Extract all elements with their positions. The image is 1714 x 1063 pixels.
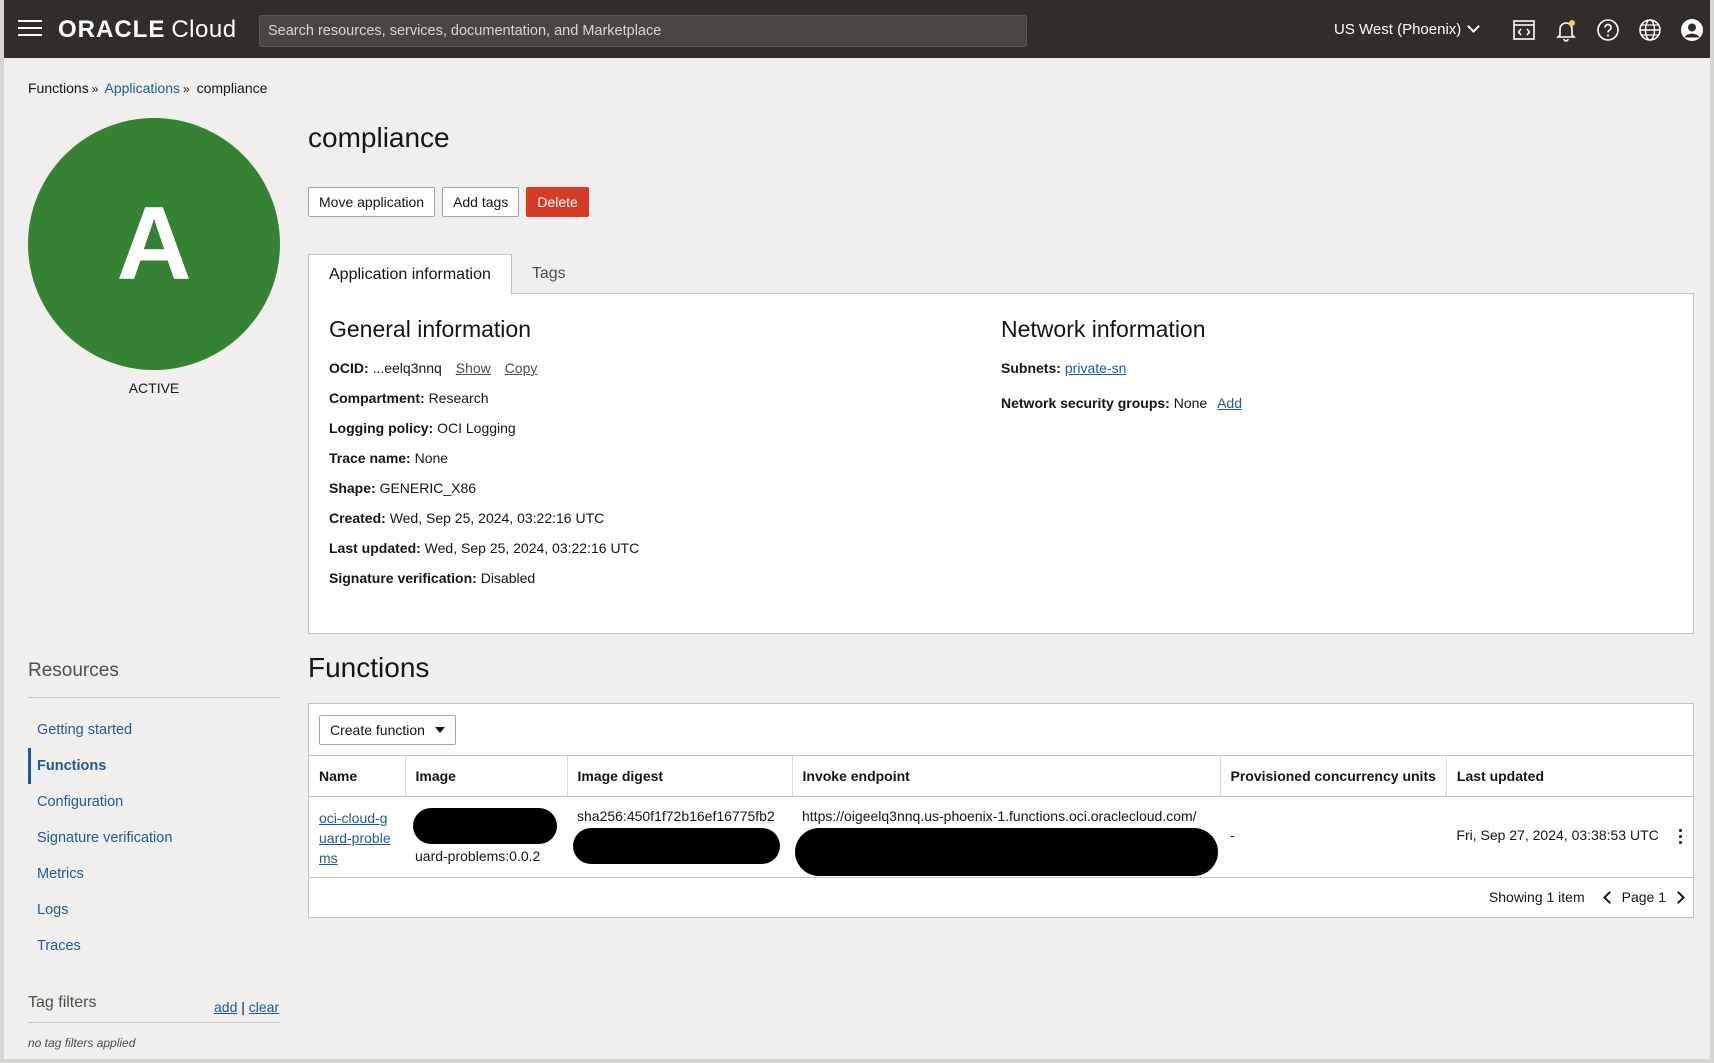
sidebar-item-logs[interactable]: Logs (28, 892, 280, 928)
column-header-last-updated[interactable]: Last updated (1446, 755, 1693, 797)
next-page-icon[interactable] (1672, 890, 1685, 904)
caret-down-icon (434, 727, 445, 733)
invoke-endpoint-text: https://oigeelq3nnq.us-phoenix-1.functio… (802, 808, 1197, 824)
oracle-cloud-logo[interactable]: ORACLE Cloud (58, 16, 237, 44)
cell-name: oci-cloud-guard-problems (309, 796, 405, 878)
tag-filter-add-link[interactable]: add (214, 999, 237, 1015)
top-navigation-bar: ORACLE Cloud Search resources, services, … (4, 0, 1710, 58)
tab-tags[interactable]: Tags (512, 254, 586, 294)
breadcrumb-current: compliance (196, 80, 268, 96)
sidebar-item-getting-started[interactable]: Getting started (28, 712, 280, 748)
image-name-text: uard-problems:0.0.2 (415, 848, 541, 864)
provisioned-concurrency-value: - (1230, 827, 1235, 843)
compartment-field: Compartment: Research (329, 390, 489, 406)
help-icon[interactable] (1596, 18, 1620, 42)
functions-panel: Create function Name Image Image digest … (308, 703, 1694, 918)
status-label: ACTIVE (128, 380, 180, 396)
pagination: Showing 1 item Page 1 (1488, 889, 1685, 905)
move-application-button[interactable]: Move application (308, 187, 436, 217)
search-input[interactable]: Search resources, services, documentatio… (259, 15, 1027, 47)
breadcrumb-applications[interactable]: Applications (105, 80, 181, 96)
network-security-groups-field: Network security groups: None Add (1001, 395, 1242, 411)
cell-provisioned-concurrency: - (1220, 796, 1447, 878)
network-information-heading: Network information (1001, 316, 1206, 342)
column-header-image-digest[interactable]: Image digest (567, 755, 793, 797)
sidebar-item-functions[interactable]: Functions (28, 748, 280, 784)
nsg-add-link[interactable]: Add (1217, 395, 1242, 411)
breadcrumb-functions[interactable]: Functions (28, 80, 89, 96)
user-profile-icon[interactable] (1680, 18, 1704, 42)
add-tags-button[interactable]: Add tags (442, 187, 520, 217)
ocid-field: OCID: ...eelq3nnq Show Copy (329, 360, 538, 376)
app-window: ORACLE Cloud Search resources, services, … (0, 0, 1714, 1063)
avatar-letter: A (116, 185, 192, 302)
general-information-heading: General information (329, 316, 531, 342)
shape-field: Shape: GENERIC_X86 (329, 480, 477, 496)
tag-filter-actions: add | clear (214, 999, 279, 1015)
application-information-panel: General information OCID: ...eelq3nnq Sh… (308, 293, 1694, 634)
cloud-shell-icon[interactable] (1512, 18, 1536, 42)
column-header-image[interactable]: Image (405, 755, 568, 797)
column-header-name[interactable]: Name (309, 755, 406, 797)
sidebar-item-configuration[interactable]: Configuration (28, 784, 280, 820)
subnet-link[interactable]: private-sn (1065, 360, 1126, 376)
row-actions-kebab-icon[interactable] (1679, 829, 1683, 847)
notifications-bell-icon[interactable] (1554, 18, 1578, 42)
menu-icon[interactable] (18, 20, 42, 38)
tag-filters-empty-text: no tag filters applied (28, 1036, 136, 1050)
cell-last-updated: Fri, Sep 27, 2024, 03:38:53 UTC (1446, 796, 1693, 878)
page-title: compliance (308, 122, 450, 153)
delete-button[interactable]: Delete (526, 187, 589, 217)
tab-application-information[interactable]: Application information (308, 254, 512, 295)
tag-filters-heading: Tag filters (28, 994, 97, 1011)
signature-verification-field: Signature verification: Disabled (329, 570, 536, 586)
redacted-image-digest (573, 828, 780, 864)
sidebar-item-metrics[interactable]: Metrics (28, 856, 280, 892)
chevron-down-icon (1467, 20, 1481, 33)
create-function-button[interactable]: Create function (319, 715, 456, 745)
trace-name-field: Trace name: None (329, 450, 449, 466)
function-name-link[interactable]: oci-cloud-guard-problems (319, 808, 395, 868)
tag-filters-divider (28, 1022, 280, 1023)
language-globe-icon[interactable] (1638, 18, 1662, 42)
subnets-field: Subnets: private-sn (1001, 360, 1127, 376)
sidebar-item-traces[interactable]: Traces (28, 928, 280, 964)
column-header-provisioned-concurrency[interactable]: Provisioned concurrency units (1220, 755, 1447, 797)
last-updated-field: Last updated: Wed, Sep 25, 2024, 03:22:1… (329, 540, 640, 556)
resources-heading: Resources (28, 660, 119, 681)
sidebar-item-signature-verification[interactable]: Signature verification (28, 820, 280, 856)
redacted-image-prefix (413, 808, 557, 844)
breadcrumb-separator: » (91, 82, 99, 96)
resources-nav: Getting started Functions Configuration … (28, 712, 280, 964)
logging-policy-field: Logging policy: OCI Logging (329, 420, 516, 436)
breadcrumb: Functions» Applications» compliance (28, 80, 267, 96)
action-buttons: Move application Add tags Delete (308, 187, 589, 217)
detail-tabs: Application information Tags (308, 254, 586, 295)
ocid-show-link[interactable]: Show (456, 360, 491, 376)
ocid-copy-link[interactable]: Copy (505, 360, 538, 376)
image-digest-text: sha256:450f1f72b16ef16775fb2 (577, 808, 775, 824)
functions-heading: Functions (308, 652, 430, 683)
page-number-text: Page 1 (1621, 889, 1666, 905)
last-updated-value: Fri, Sep 27, 2024, 03:38:53 UTC (1456, 827, 1659, 843)
column-header-invoke-endpoint[interactable]: Invoke endpoint (792, 755, 1221, 797)
tag-filter-divider: | (241, 999, 245, 1015)
breadcrumb-separator: » (183, 82, 190, 96)
created-field: Created: Wed, Sep 25, 2024, 03:22:16 UTC (329, 510, 605, 526)
table-header-row: Name Image Image digest Invoke endpoint … (309, 755, 1693, 797)
showing-count-text: Showing 1 item (1488, 889, 1585, 905)
region-selector[interactable]: US West (Phoenix) (1334, 20, 1481, 38)
resources-divider (28, 697, 280, 698)
redacted-invoke-endpoint (795, 828, 1218, 876)
application-avatar: A (28, 118, 280, 370)
tag-filter-clear-link[interactable]: clear (249, 999, 279, 1015)
previous-page-icon[interactable] (1602, 890, 1616, 904)
